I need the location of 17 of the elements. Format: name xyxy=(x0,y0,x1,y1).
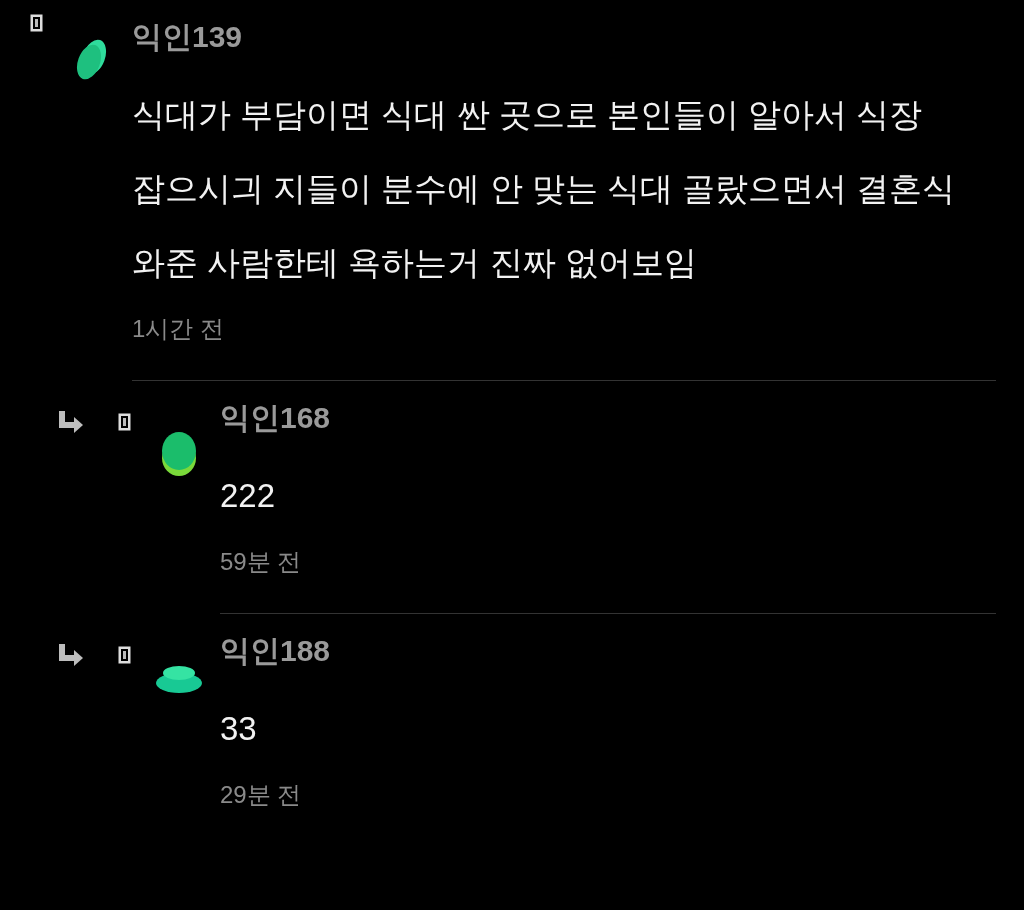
avatar-icon xyxy=(155,664,203,694)
comment-text: 222 xyxy=(220,476,277,516)
placeholder-glyph-icon xyxy=(118,646,131,664)
comment-text: 33 xyxy=(220,709,258,749)
author-name: 익인188 xyxy=(220,633,332,669)
reply-arrow-icon xyxy=(58,411,84,433)
placeholder-glyph-icon xyxy=(118,413,131,431)
reply-arrow-icon xyxy=(58,644,84,666)
avatar-icon xyxy=(161,431,197,477)
author-name: 익인139 xyxy=(132,19,244,55)
placeholder-glyph-icon xyxy=(30,14,43,32)
comment-text: 식대가 부담이면 식대 싼 곳으로 본인들이 알아서 식장 잡으시긔 지들이 분수에 안 맞는 식대 골랐으면서 결혼식 와준 사람한테 욕하는거 진짜 없어보임 xyxy=(132,95,957,283)
avatar-icon xyxy=(74,38,108,82)
author-name: 익인168 xyxy=(220,400,332,436)
timestamp: 29분 전 xyxy=(220,780,303,810)
timestamp: 1시간 전 xyxy=(132,314,225,344)
timestamp: 59분 전 xyxy=(220,547,303,577)
